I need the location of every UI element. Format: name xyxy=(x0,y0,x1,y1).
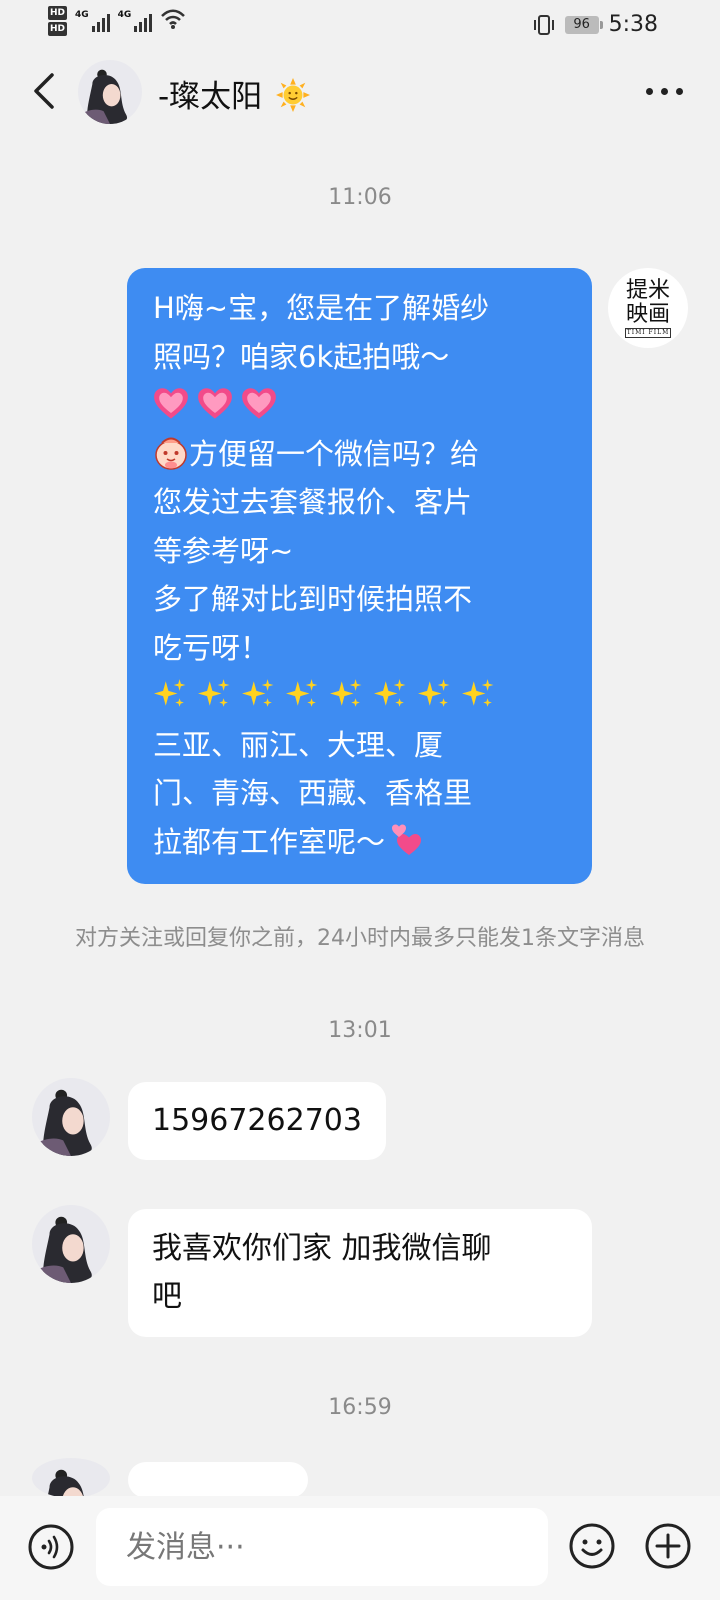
signal-icon: 4G xyxy=(75,10,110,32)
sparkles-icon xyxy=(241,676,275,712)
status-right-icons: 96 5:38 xyxy=(533,12,658,37)
messaging-limit-notice: 对方关注或回复你之前，24小时内最多只能发1条文字消息 xyxy=(75,926,645,951)
incoming-message-bubble[interactable]: 我喜欢你们家 加我微信聊 吧 xyxy=(128,1209,592,1337)
timestamp: 13:01 xyxy=(328,1018,392,1043)
emoji-icon[interactable] xyxy=(568,1522,616,1570)
message-line: 等参考呀~ xyxy=(153,533,294,568)
sparkles-icon xyxy=(329,676,363,712)
hd-badge: HD xyxy=(48,6,68,20)
hd-badges: HD HD xyxy=(48,6,68,36)
message-line: 您发过去套餐报价、客片 xyxy=(153,485,473,519)
add-icon[interactable] xyxy=(644,1522,692,1570)
heart-icon xyxy=(197,386,233,422)
contact-avatar[interactable] xyxy=(78,60,142,124)
heart-icon xyxy=(153,386,189,422)
message-text: 方便留一个微信吗？给 xyxy=(189,436,480,471)
outgoing-message-bubble[interactable]: H嗨~宝，您是在了解婚纱 照吗？咱家6k起拍哦～ 方便留一个微信吗？给 您发过去… xyxy=(127,268,592,884)
message-line: H嗨~宝，您是在了解婚纱 xyxy=(153,291,490,325)
more-options-button[interactable] xyxy=(646,79,690,103)
sparkles-icon xyxy=(197,676,231,712)
logo-text: 提米映画 xyxy=(625,277,670,327)
incoming-message-bubble[interactable]: 15967262703 xyxy=(128,1082,386,1160)
contact-avatar[interactable] xyxy=(32,1205,110,1283)
logo-subtext: TIMI FILM xyxy=(624,327,672,338)
message-line: 照吗？咱家6k起拍哦～ xyxy=(153,339,450,374)
message-line: 拉都有工作室呢～ xyxy=(153,818,570,867)
sparkles-icon xyxy=(461,676,495,712)
sparkles-icon xyxy=(417,676,451,712)
message-line: 方便留一个微信吗？给 xyxy=(153,430,570,479)
message-line: 多了解对比到时候拍照不 xyxy=(153,582,473,616)
sender-logo-avatar[interactable]: 提米映画 TIMI FILM xyxy=(608,268,688,348)
back-button[interactable] xyxy=(30,71,60,111)
message-line: 三亚、丽江、大理、厦 xyxy=(153,727,444,762)
hd-badge: HD xyxy=(48,22,68,36)
message-input-bar xyxy=(0,1496,720,1600)
network-type-label: 4G xyxy=(75,10,89,20)
timestamp: 16:59 xyxy=(328,1395,392,1420)
sun-with-face-icon xyxy=(276,78,311,112)
sparkles-icon xyxy=(373,676,407,712)
two-hearts-icon xyxy=(392,824,422,855)
emoji-row xyxy=(153,672,570,721)
message-input[interactable] xyxy=(96,1508,548,1586)
signal-icon: 4G xyxy=(118,10,153,32)
vibrate-icon xyxy=(533,14,554,35)
message-text: 15967262703 xyxy=(152,1103,362,1138)
bowing-face-icon xyxy=(155,437,187,470)
message-line: 吃亏呀！ xyxy=(153,630,270,665)
contact-avatar[interactable] xyxy=(32,1458,110,1498)
timestamp: 11:06 xyxy=(328,185,392,210)
status-bar: HD HD 4G 4G 96 5:38 xyxy=(0,0,720,50)
network-type-label: 4G xyxy=(117,10,132,20)
message-line: 吧 xyxy=(152,1279,182,1314)
incoming-message-bubble[interactable] xyxy=(128,1462,308,1498)
voice-input-icon[interactable] xyxy=(28,1524,74,1570)
heart-icon xyxy=(241,386,277,422)
message-line: 门、青海、西藏、香格里 xyxy=(153,776,473,810)
message-text: 拉都有工作室呢～ xyxy=(153,824,386,859)
contact-name-text: -璨太阳 xyxy=(158,79,263,115)
sparkles-icon xyxy=(285,676,319,712)
sparkles-icon xyxy=(153,676,187,712)
status-time: 5:38 xyxy=(608,12,658,37)
contact-name[interactable]: -璨太阳 xyxy=(158,71,311,116)
contact-avatar[interactable] xyxy=(32,1078,110,1156)
wifi-icon xyxy=(161,9,186,29)
emoji-row xyxy=(153,381,570,430)
message-line: 我喜欢你们家 加我微信聊 xyxy=(152,1231,492,1266)
status-left-icons: HD HD 4G 4G xyxy=(48,6,186,36)
battery-indicator: 96 xyxy=(564,15,603,34)
chat-header: -璨太阳 xyxy=(0,55,720,130)
